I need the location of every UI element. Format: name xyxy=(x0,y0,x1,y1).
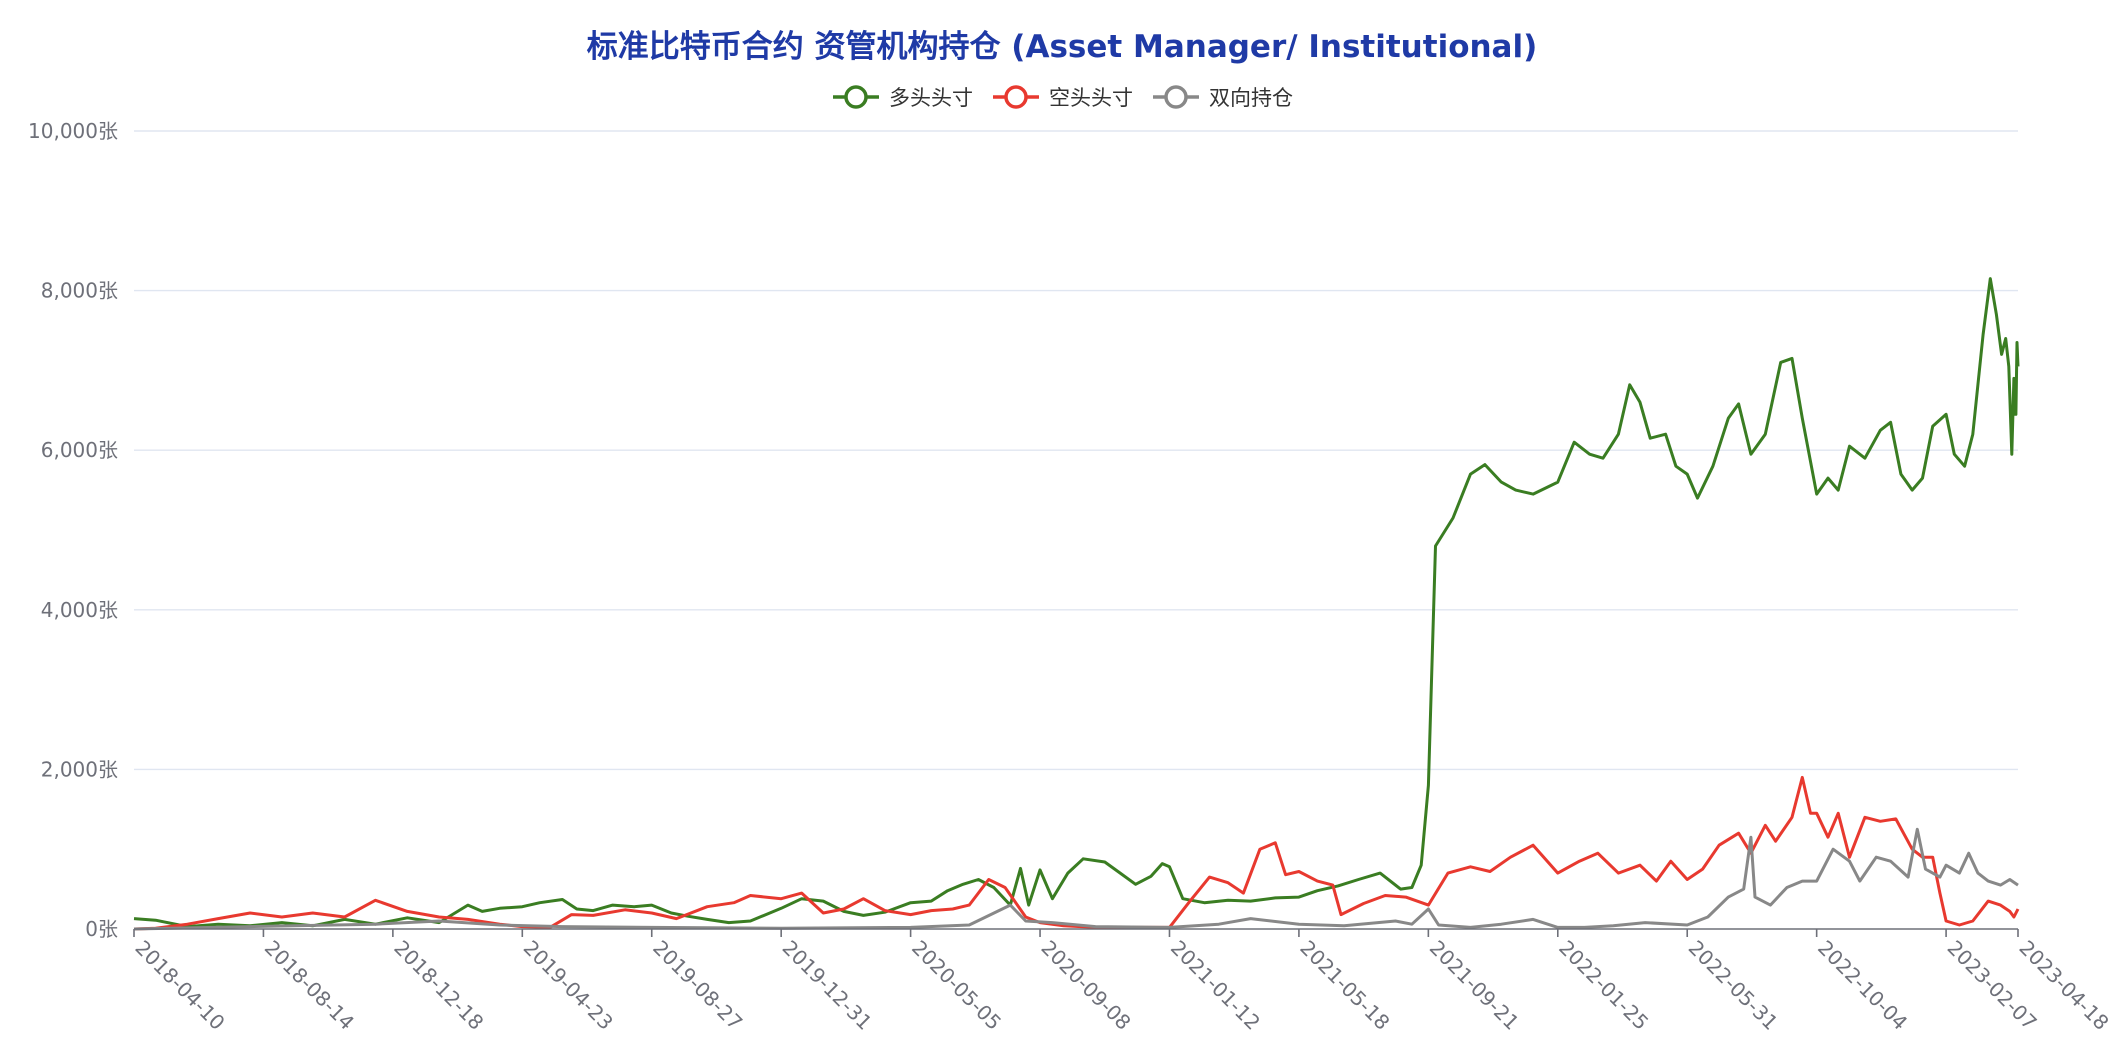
x-tick-label: 2022-10-04 xyxy=(1813,936,1912,1035)
y-tick-label: 2,000张 xyxy=(41,757,118,781)
y-axis-ticks: 0张 2,000张 4,000张 6,000张 8,000张 10,000张 xyxy=(28,119,118,941)
x-tick-label: 2018-12-18 xyxy=(389,936,488,1035)
series-lines xyxy=(133,277,2020,931)
x-axis: 2018-04-10 2018-08-14 2018-12-18 2019-04-23… xyxy=(130,928,2114,1035)
x-tick-label: 2022-01-25 xyxy=(1554,936,1653,1035)
line-chart: 标准比特币合约 资管机构持仓 (Asset Manager/ Instituti… xyxy=(28,29,2114,1035)
legend-item[interactable]: 多头头寸 xyxy=(833,85,973,110)
x-tick-label: 2018-08-14 xyxy=(260,936,359,1035)
legend: 多头头寸 空头头寸 双向持仓 xyxy=(833,85,1293,110)
y-tick-label: 10,000张 xyxy=(28,119,118,143)
series-line-1 xyxy=(133,277,2020,929)
legend-circle-icon xyxy=(1004,85,1028,109)
x-tick-label: 2019-08-27 xyxy=(648,936,747,1035)
x-tick-label: 2021-05-18 xyxy=(1295,936,1394,1035)
x-tick-label: 2020-05-05 xyxy=(907,936,1006,1035)
x-tick-label: 2020-09-08 xyxy=(1037,936,1136,1035)
legend-label: 双向持仓 xyxy=(1209,86,1293,110)
x-tick-label: 2019-12-31 xyxy=(778,936,877,1035)
chart-title: 标准比特币合约 资管机构持仓 (Asset Manager/ Instituti… xyxy=(587,29,1538,65)
legend-circle-icon xyxy=(844,85,868,109)
x-tick-label: 2019-04-23 xyxy=(519,936,618,1035)
legend-label: 空头头寸 xyxy=(1049,86,1133,110)
x-tick-label: 2021-01-12 xyxy=(1166,936,1265,1035)
y-tick-label: 0张 xyxy=(85,917,118,941)
y-tick-label: 8,000张 xyxy=(41,279,118,303)
legend-label: 多头头寸 xyxy=(889,86,973,110)
x-tick-label: 2021-09-21 xyxy=(1425,936,1524,1035)
y-tick-label: 6,000张 xyxy=(41,438,118,462)
y-tick-label: 4,000张 xyxy=(41,598,118,622)
x-tick-label: 2018-04-10 xyxy=(130,936,229,1035)
legend-item[interactable]: 空头头寸 xyxy=(993,85,1133,110)
legend-circle-icon xyxy=(1164,85,1188,109)
x-tick-label: 2022-05-31 xyxy=(1684,936,1783,1035)
grid-lines xyxy=(134,130,2018,771)
legend-item[interactable]: 双向持仓 xyxy=(1153,85,1293,110)
series-line-2 xyxy=(133,775,2020,931)
